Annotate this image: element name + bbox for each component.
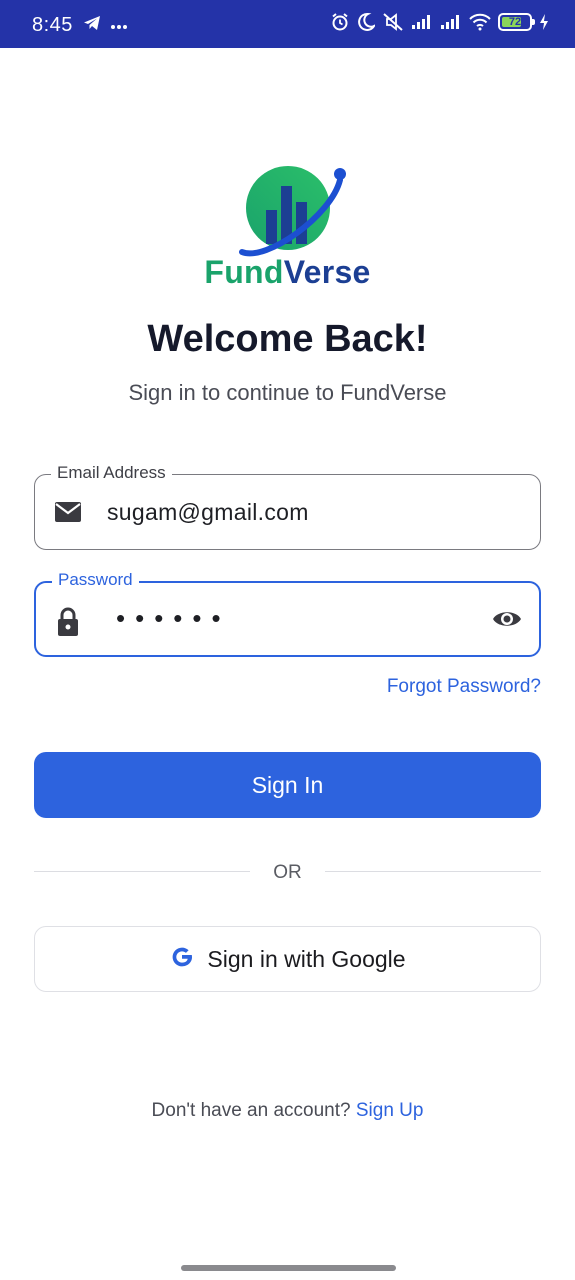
sign-up-link[interactable]: Sign Up — [356, 1100, 424, 1121]
page-title: Welcome Back! — [147, 318, 428, 360]
mute-icon — [382, 12, 404, 32]
divider-right — [325, 871, 541, 872]
battery-level: 72 — [508, 16, 522, 28]
email-input[interactable]: sugam@gmail.com — [107, 499, 309, 526]
home-indicator[interactable] — [181, 1265, 396, 1271]
sign-in-button[interactable]: Sign In — [34, 752, 541, 818]
divider-or-text: OR — [273, 862, 302, 883]
email-field-label: Email Address — [51, 463, 172, 483]
brand-name: FundVerse — [0, 254, 575, 291]
mail-icon — [53, 499, 83, 530]
password-field-label: Password — [52, 570, 139, 590]
lock-icon — [54, 607, 82, 642]
fundverse-logo-icon — [236, 164, 350, 262]
wifi-icon — [469, 13, 491, 31]
email-field[interactable]: Email Address sugam@gmail.com — [34, 463, 541, 550]
page-subtitle: Sign in to continue to FundVerse — [128, 380, 447, 405]
status-right-icons: 72 — [330, 12, 549, 32]
signal-icon — [411, 14, 433, 30]
brand-name-part-2: Verse — [283, 254, 371, 290]
alarm-icon — [330, 12, 350, 32]
google-button-label: Sign in with Google — [207, 945, 406, 972]
more-dots-icon — [110, 17, 128, 35]
signal-icon — [440, 14, 462, 30]
brand-name-part-1: Fund — [204, 254, 284, 290]
telegram-icon — [82, 13, 102, 38]
signup-prompt: Don't have an account? — [151, 1100, 351, 1121]
battery-tip — [532, 19, 535, 25]
google-sign-in-button[interactable]: Sign in with Google — [34, 926, 541, 992]
battery-icon: 72 — [498, 13, 535, 31]
forgot-password-link[interactable]: Forgot Password? — [387, 676, 541, 698]
status-time: 8:45 — [32, 14, 73, 36]
status-bar: 8:45 72 — [0, 0, 575, 48]
password-field[interactable]: Password •••••• — [34, 570, 541, 657]
eye-icon[interactable] — [491, 607, 523, 636]
google-icon — [169, 944, 195, 975]
status-left-icons — [82, 13, 128, 38]
signup-row: Don't have an account? Sign Up — [0, 1100, 575, 1122]
password-input[interactable]: •••••• — [116, 603, 231, 634]
charging-icon — [539, 13, 549, 31]
moon-icon — [357, 12, 375, 32]
